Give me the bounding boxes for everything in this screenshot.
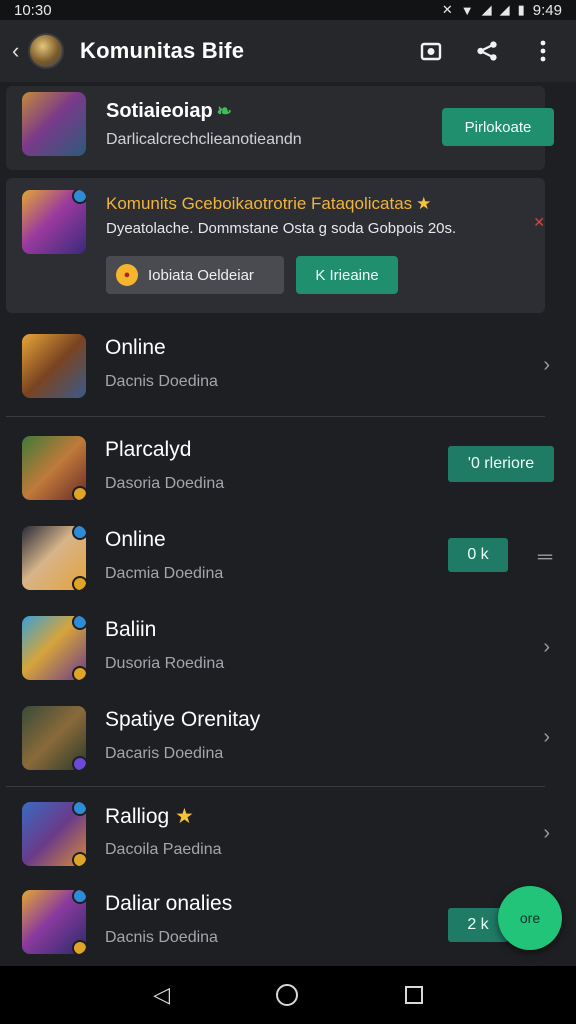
list-item-button[interactable]: '0 rleriore xyxy=(448,446,554,482)
featured-action-button[interactable]: Pirlokoate xyxy=(442,108,554,146)
list-thumbnail xyxy=(22,616,86,680)
badge-icon xyxy=(72,486,86,500)
app-bar: ‹ Komunitas Bife xyxy=(0,20,576,82)
list-item[interactable]: Daliar onalies Dacnis Doedina 2 k xyxy=(0,876,576,966)
list-item-button[interactable]: 0 k xyxy=(448,538,508,572)
featured-card[interactable]: Sotiaieoiap ❧ Darlicalcrechclieanotieandn… xyxy=(6,86,554,170)
list-item[interactable]: Baliin Dusoria Roedina › xyxy=(0,602,576,692)
list-item[interactable]: Spatiye Orenitay Dacaris Doedina › xyxy=(0,692,576,782)
no-alert-icon: ✕ xyxy=(441,2,453,17)
page-title: Komunitas Bife xyxy=(80,38,245,63)
badge-icon-2 xyxy=(72,666,86,680)
badge-icon xyxy=(72,190,86,204)
list-item-title: Online xyxy=(105,336,166,359)
camera-icon[interactable] xyxy=(420,40,442,62)
badge-icon-2 xyxy=(72,940,86,954)
featured-title: Sotiaieoiap ❧ xyxy=(106,100,232,122)
list-thumbnail xyxy=(22,526,86,590)
badge-icon-2 xyxy=(72,576,86,590)
status-bar: 10:30 ✕ ▼ ◢ ◢ ▮ 9:49 xyxy=(0,0,576,20)
close-icon[interactable]: ✕ xyxy=(533,214,545,231)
list-thumbnail xyxy=(22,802,86,866)
featured-thumbnail xyxy=(22,92,86,156)
list-thumbnail xyxy=(22,706,86,770)
promo-secondary-button[interactable]: ● Iobiata Oeldeiar xyxy=(106,256,284,294)
list-item[interactable]: Plarcalyd Dasoria Doedina '0 rleriore xyxy=(0,422,576,512)
promo-subtitle: Dyeatolache. Dommstane Osta g soda Gobpo… xyxy=(106,220,457,237)
promo-thumbnail xyxy=(22,190,86,254)
emoji-face-icon: ● xyxy=(116,264,138,286)
list-item-title: Ralliog ★ xyxy=(105,805,194,828)
badge-icon xyxy=(72,802,86,816)
list-thumbnail xyxy=(22,890,86,954)
list-item-subtitle: Dacnis Doedina xyxy=(105,373,218,390)
list-item-subtitle: Dacnis Doedina xyxy=(105,929,218,946)
signal-icon: ◢ xyxy=(481,2,492,17)
promo-primary-button[interactable]: K Irieaine xyxy=(296,256,398,294)
share-icon[interactable] xyxy=(476,40,498,62)
chevron-right-icon[interactable]: › xyxy=(543,636,550,659)
wifi-icon: ▼ xyxy=(460,2,474,18)
list-item-subtitle: Dacoila Paedina xyxy=(105,841,222,858)
badge-icon xyxy=(72,526,86,540)
home-circle-icon[interactable] xyxy=(276,984,299,1006)
list-item[interactable]: Online Dacmia Doedina 0 k ═ xyxy=(0,512,576,602)
status-time: 10:30 xyxy=(14,1,52,19)
promo-card: Komunits Gceboikaotrotrie Fataqolicatas ★… xyxy=(6,178,545,313)
chevron-right-icon[interactable]: › xyxy=(543,354,550,377)
list-thumbnail xyxy=(22,334,86,398)
drag-handle-icon[interactable]: ═ xyxy=(538,546,552,569)
back-arrow-icon[interactable]: ‹ xyxy=(12,38,26,64)
list-thumbnail xyxy=(22,436,86,500)
list-item-title: Baliin xyxy=(105,618,157,641)
leaf-icon: ❧ xyxy=(216,101,232,121)
promo-title: Komunits Gceboikaotrotrie Fataqolicatas ★ xyxy=(106,194,432,213)
list-item[interactable]: Online Dacnis Doedina › xyxy=(0,320,576,410)
battery-icon: ▮ xyxy=(517,2,525,17)
badge-icon xyxy=(72,616,86,630)
list-item-title: Daliar onalies xyxy=(105,892,233,915)
list-item-title: Plarcalyd xyxy=(105,438,192,461)
list-item[interactable]: Ralliog ★ Dacoila Paedina › xyxy=(0,788,576,878)
star-icon: ★ xyxy=(175,805,194,828)
back-triangle-icon[interactable]: ◁ xyxy=(153,982,170,1008)
recents-square-icon[interactable] xyxy=(404,986,423,1004)
chevron-right-icon[interactable]: › xyxy=(543,726,550,749)
badge-icon xyxy=(72,756,86,770)
status-icons: ✕ ▼ ◢ ◢ ▮ 9:49 xyxy=(442,2,562,19)
system-nav-bar: ◁ xyxy=(0,966,576,1024)
star-icon: ★ xyxy=(416,194,432,213)
list-item-subtitle: Dacmia Doedina xyxy=(105,565,224,582)
badge-icon xyxy=(72,890,86,904)
divider xyxy=(6,786,545,787)
status-clock: 9:49 xyxy=(532,1,562,19)
featured-subtitle: Darlicalcrechclieanotieandn xyxy=(106,131,302,148)
list-item-subtitle: Dacaris Doedina xyxy=(105,745,224,762)
avatar[interactable] xyxy=(28,33,64,69)
list-item-subtitle: Dusoria Roedina xyxy=(105,655,225,672)
list-item-title: Spatiye Orenitay xyxy=(105,708,261,731)
more-vert-icon[interactable] xyxy=(532,40,554,62)
floating-action-button[interactable]: ore xyxy=(498,886,562,950)
list-item-subtitle: Dasoria Doedina xyxy=(105,475,225,492)
signal-icon-2: ◢ xyxy=(499,2,510,17)
promo-secondary-label: Iobiata Oeldeiar xyxy=(148,266,254,284)
list-item-title: Online xyxy=(105,528,166,551)
badge-icon-2 xyxy=(72,852,86,866)
divider xyxy=(6,416,545,417)
chevron-right-icon[interactable]: › xyxy=(543,822,550,845)
